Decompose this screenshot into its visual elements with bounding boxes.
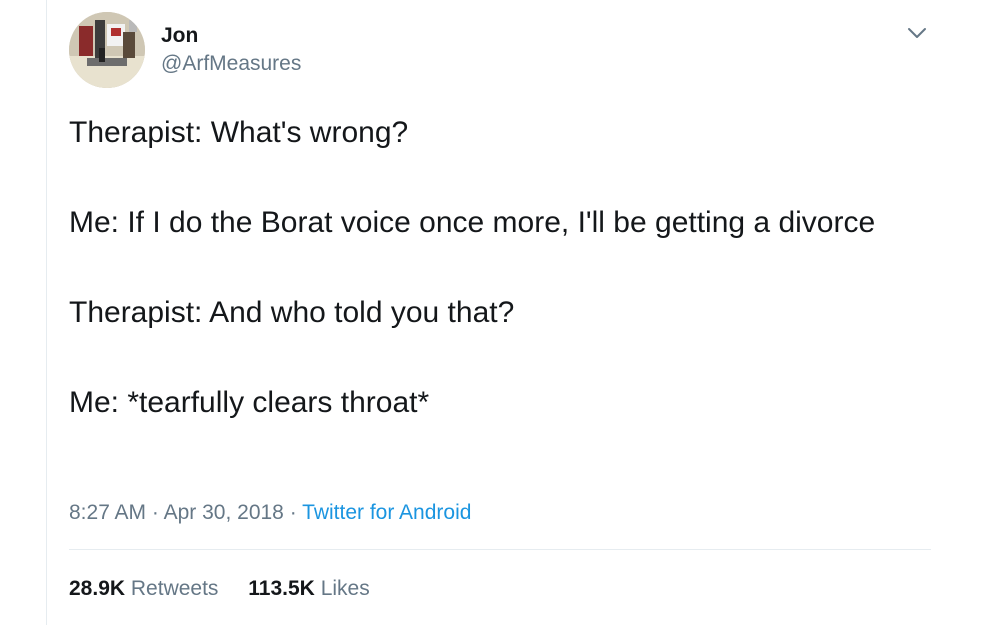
tweet-time[interactable]: 8:27 AM: [69, 501, 146, 524]
meta-separator: ·: [289, 501, 297, 524]
likes-label: Likes: [320, 577, 370, 600]
meta-separator: ·: [151, 501, 159, 524]
likes-count: 113.5K: [248, 577, 315, 600]
tweet-stats: 28.9K Retweets 113.5K Likes: [69, 576, 394, 602]
likes-stat[interactable]: 113.5K Likes: [248, 576, 369, 602]
tweet-date[interactable]: Apr 30, 2018: [164, 501, 284, 524]
retweets-stat[interactable]: 28.9K Retweets: [69, 576, 218, 602]
avatar[interactable]: [69, 12, 145, 88]
retweets-label: Retweets: [130, 577, 219, 600]
chevron-down-icon[interactable]: [905, 24, 929, 42]
tweet-metadata: 8:27 AM · Apr 30, 2018 · Twitter for And…: [69, 500, 471, 526]
tweet-line: Me: *tearfully clears throat*: [69, 386, 430, 419]
author-name[interactable]: Jon: [161, 24, 198, 48]
tweet-line: Me: If I do the Borat voice once more, I…: [69, 206, 876, 239]
profile-photo-icon: [69, 12, 145, 88]
tweet-source-link[interactable]: Twitter for Android: [302, 501, 471, 524]
divider: [69, 549, 931, 550]
tweet-line: Therapist: What's wrong?: [69, 116, 409, 149]
author-handle[interactable]: @ArfMeasures: [161, 52, 301, 76]
tweet-text: Therapist: What's wrong? Me: If I do the…: [69, 110, 929, 470]
retweets-count: 28.9K: [69, 577, 126, 600]
tweet-line: Therapist: And who told you that?: [69, 296, 515, 329]
timeline-left-border: [46, 0, 47, 625]
